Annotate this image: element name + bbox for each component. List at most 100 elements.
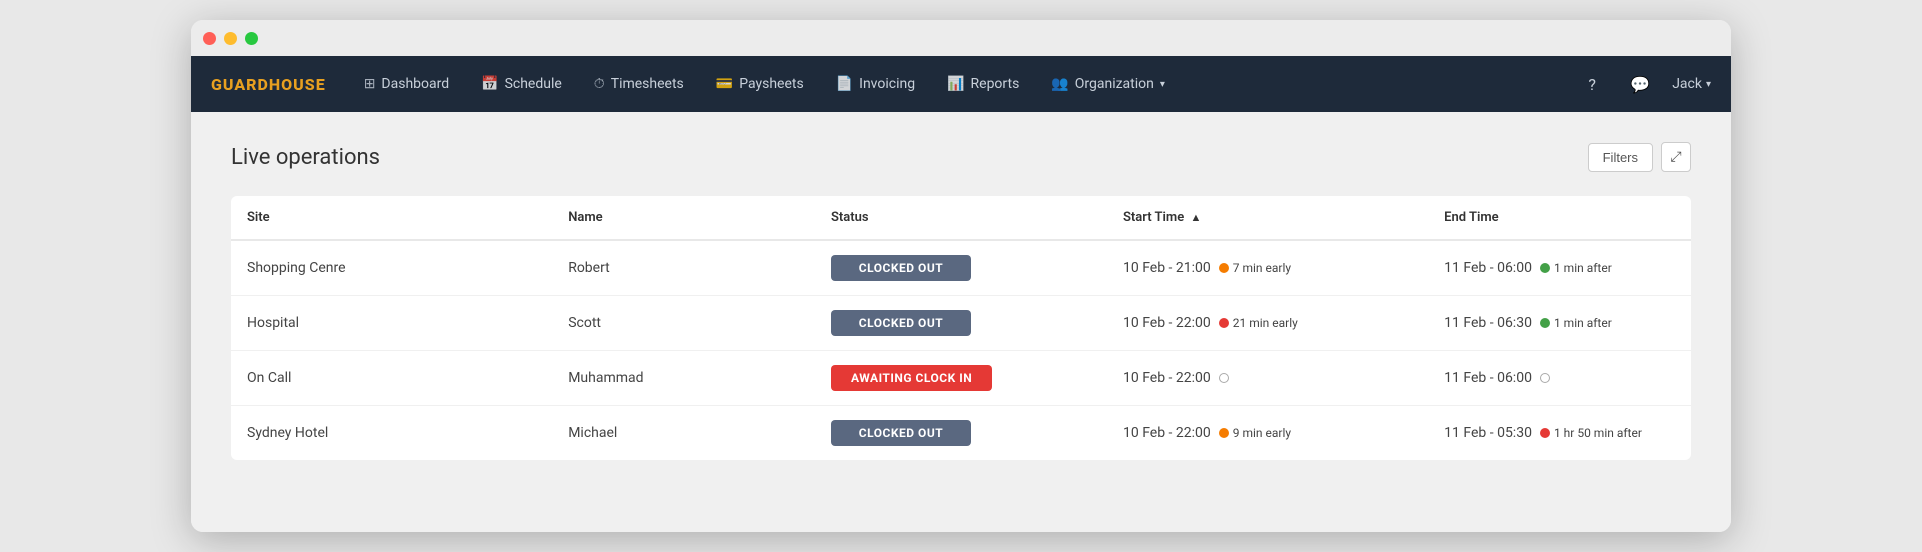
nav-item-paysheets[interactable]: 💳 Paysheets [702, 68, 818, 100]
page-header: Live operations Filters ⤢ [231, 142, 1691, 172]
chevron-down-icon: ▾ [1160, 79, 1165, 90]
end-time-badge: 1 min after [1540, 261, 1612, 275]
cell-name: Michael [552, 406, 815, 461]
cell-end-time: 11 Feb - 06:00 [1428, 351, 1691, 406]
dot-empty-icon [1540, 373, 1550, 383]
dot-green-icon [1540, 318, 1550, 328]
nav-item-dashboard[interactable]: ⊞ Dashboard [350, 68, 463, 100]
cell-status: CLOCKED OUT [815, 296, 1107, 351]
nav-label-organization: Organization [1075, 76, 1154, 92]
operations-table-container: Site Name Status Start Time ▲ [231, 196, 1691, 460]
col-header-status: Status [815, 196, 1107, 240]
navbar: GUARDHOUSE ⊞ Dashboard 📅 Schedule ⏱ Time… [191, 56, 1731, 112]
nav-label-reports: Reports [971, 76, 1020, 92]
col-header-name: Name [552, 196, 815, 240]
end-time-text: 11 Feb - 06:30 [1444, 315, 1532, 331]
end-time-text: 11 Feb - 05:30 [1444, 425, 1532, 441]
status-badge: CLOCKED OUT [831, 420, 971, 446]
dot-empty-icon [1219, 373, 1229, 383]
end-time-badge: 1 hr 50 min after [1540, 426, 1642, 440]
paysheets-icon: 💳 [716, 76, 733, 92]
end-note: 1 min after [1554, 316, 1612, 330]
table-body: Shopping CenreRobertCLOCKED OUT10 Feb - … [231, 240, 1691, 460]
schedule-icon: 📅 [481, 76, 498, 92]
user-name: Jack [1672, 76, 1702, 92]
status-badge: AWAITING CLOCK IN [831, 365, 992, 391]
dashboard-icon: ⊞ [364, 76, 376, 92]
start-note: 7 min early [1233, 261, 1291, 275]
end-time-text: 11 Feb - 06:00 [1444, 260, 1532, 276]
start-time-text: 10 Feb - 22:00 [1123, 315, 1211, 331]
app-window: GUARDHOUSE ⊞ Dashboard 📅 Schedule ⏱ Time… [191, 20, 1731, 532]
nav-right: ? 💬 Jack ▾ [1576, 68, 1711, 100]
cell-end-time: 11 Feb - 05:30 1 hr 50 min after [1428, 406, 1691, 461]
nav-item-timesheets[interactable]: ⏱ Timesheets [580, 68, 698, 100]
help-icon: ? [1588, 75, 1596, 94]
nav-label-dashboard: Dashboard [381, 76, 449, 92]
nav-item-organization[interactable]: 👥 Organization ▾ [1037, 68, 1179, 100]
start-time-badge [1219, 373, 1229, 383]
close-button[interactable] [203, 32, 216, 45]
cell-start-time: 10 Feb - 21:00 7 min early [1107, 240, 1428, 296]
table-row: HospitalScott CLOCKED OUT 10 Feb - 22:00 21… [231, 296, 1691, 351]
nav-label-invoicing: Invoicing [859, 76, 915, 92]
cell-status: CLOCKED OUT [815, 240, 1107, 296]
col-header-start-time[interactable]: Start Time ▲ [1107, 196, 1428, 240]
start-time-badge: 9 min early [1219, 426, 1291, 440]
chat-icon: 💬 [1630, 75, 1650, 94]
expand-button[interactable]: ⤢ [1661, 142, 1691, 172]
cell-start-time: 10 Feb - 22:009 min early [1107, 406, 1428, 461]
filters-button[interactable]: Filters [1588, 143, 1653, 172]
user-menu[interactable]: Jack ▾ [1672, 76, 1711, 92]
cell-name: Muhammad [552, 351, 815, 406]
table-row: Shopping CenreRobertCLOCKED OUT10 Feb - … [231, 240, 1691, 296]
cell-status: AWAITING CLOCK IN [815, 351, 1107, 406]
nav-item-reports[interactable]: 📊 Reports [933, 68, 1033, 100]
dot-red-icon [1219, 318, 1229, 328]
nav-label-timesheets: Timesheets [611, 76, 684, 92]
page-title: Live operations [231, 145, 380, 170]
maximize-button[interactable] [245, 32, 258, 45]
end-note: 1 hr 50 min after [1554, 426, 1642, 440]
status-badge: CLOCKED OUT [831, 255, 971, 281]
dot-green-icon [1540, 263, 1550, 273]
cell-site: Hospital [231, 296, 552, 351]
status-badge: CLOCKED OUT [831, 310, 971, 336]
start-time-text: 10 Feb - 21:00 [1123, 260, 1211, 276]
user-chevron-icon: ▾ [1706, 79, 1711, 90]
end-time-text: 11 Feb - 06:00 [1444, 370, 1532, 386]
dot-orange-icon [1219, 263, 1229, 273]
chat-button[interactable]: 💬 [1624, 68, 1656, 100]
col-header-site: Site [231, 196, 552, 240]
cell-start-time: 10 Feb - 22:00 [1107, 351, 1428, 406]
end-time-badge: 1 min after [1540, 316, 1612, 330]
table-header: Site Name Status Start Time ▲ [231, 196, 1691, 240]
cell-end-time: 11 Feb - 06:00 1 min after [1428, 240, 1691, 296]
organization-icon: 👥 [1051, 76, 1068, 92]
cell-status: CLOCKED OUT [815, 406, 1107, 461]
timesheets-icon: ⏱ [594, 76, 605, 92]
table-header-row: Site Name Status Start Time ▲ [231, 196, 1691, 240]
cell-site: On Call [231, 351, 552, 406]
reports-icon: 📊 [947, 76, 964, 92]
main-content: Live operations Filters ⤢ Site Name [191, 112, 1731, 532]
help-button[interactable]: ? [1576, 68, 1608, 100]
cell-end-time: 11 Feb - 06:30 1 min after [1428, 296, 1691, 351]
start-time-text: 10 Feb - 22:00 [1123, 370, 1211, 386]
operations-table: Site Name Status Start Time ▲ [231, 196, 1691, 460]
nav-label-paysheets: Paysheets [739, 76, 803, 92]
start-note: 9 min early [1233, 426, 1291, 440]
sort-asc-icon: ▲ [1190, 211, 1201, 224]
nav-item-invoicing[interactable]: 📄 Invoicing [822, 68, 929, 100]
cell-site: Sydney Hotel [231, 406, 552, 461]
cell-site: Shopping Cenre [231, 240, 552, 296]
nav-item-schedule[interactable]: 📅 Schedule [467, 68, 576, 100]
expand-icon: ⤢ [1670, 149, 1681, 165]
invoicing-icon: 📄 [836, 76, 853, 92]
start-note: 21 min early [1233, 316, 1298, 330]
cell-name: Scott [552, 296, 815, 351]
table-row: Sydney HotelMichael CLOCKED OUT 10 Feb - 2… [231, 406, 1691, 461]
titlebar [191, 20, 1731, 56]
minimize-button[interactable] [224, 32, 237, 45]
start-time-badge: 7 min early [1219, 261, 1291, 275]
